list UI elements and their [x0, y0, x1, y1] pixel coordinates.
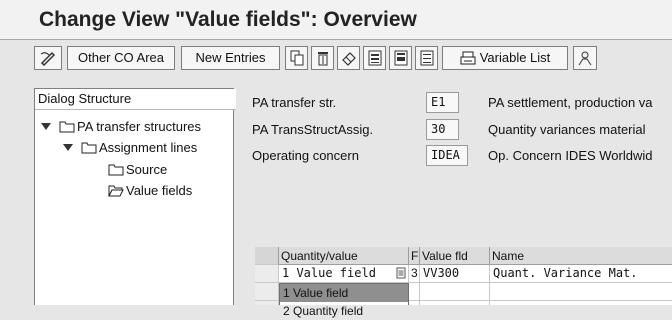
select-all-button[interactable] [363, 46, 386, 70]
column-header-value-fld[interactable]: Value fld [420, 247, 490, 265]
other-co-area-button[interactable]: Other CO Area [67, 46, 175, 70]
eraser-icon [338, 50, 359, 66]
f-cell[interactable]: 3 [409, 265, 420, 283]
row-selector[interactable] [255, 265, 279, 283]
undo-change-button[interactable] [337, 46, 360, 70]
empty-cell[interactable] [409, 283, 420, 301]
application-toolbar: Other CO Area New Entries Variable List [34, 44, 672, 72]
deselect-all-button[interactable] [415, 46, 438, 70]
pa-transfer-str-value: E1 [426, 92, 459, 113]
dialog-structure-tree: Dialog Structure PA transfer structures … [34, 88, 236, 305]
pa-transstructassig-label: PA TransStructAssig. [252, 122, 374, 137]
empty-cell[interactable] [420, 283, 490, 301]
dropdown-list-icon[interactable] [396, 267, 406, 279]
delete-button[interactable] [311, 46, 334, 70]
transport-button[interactable] [573, 46, 597, 70]
pa-transfer-str-label: PA transfer str. [252, 95, 337, 110]
quantity-value-options-list: 1 Value field 2 Quantity field [279, 283, 409, 318]
pencil-glasses-icon [35, 50, 61, 66]
folder-icon [81, 140, 97, 160]
pa-transfer-str-description: PA settlement, production va [488, 95, 653, 110]
tree-header: Dialog Structure [35, 89, 236, 110]
new-entries-button[interactable]: New Entries [181, 46, 280, 70]
tree-node-source[interactable]: Source [108, 160, 167, 180]
printer-icon [460, 51, 476, 65]
expand-triangle-icon[interactable] [41, 123, 51, 130]
select-all-rows-corner[interactable] [255, 247, 279, 265]
column-header-quantity-value[interactable]: Quantity/value [279, 247, 409, 265]
folder-icon [108, 162, 124, 182]
copy-as-button[interactable] [285, 46, 308, 70]
tree-node-label: Source [126, 162, 168, 177]
column-header-name[interactable]: Name [490, 247, 672, 265]
tree-node-label: Assignment lines [99, 140, 198, 155]
empty-cell[interactable] [420, 301, 490, 305]
operating-concern-description: Op. Concern IDES Worldwid [488, 148, 653, 163]
name-cell: Quant. Variance Mat. [490, 265, 672, 283]
dropdown-option[interactable]: 1 Value field [280, 284, 408, 302]
empty-cell[interactable] [409, 301, 420, 305]
display-change-button[interactable] [34, 46, 62, 70]
copy-icon [286, 50, 307, 66]
select-block-button[interactable] [389, 46, 412, 70]
folder-icon [59, 119, 75, 139]
value-fld-cell[interactable]: VV300 [420, 265, 490, 283]
column-header-f[interactable]: F [409, 247, 420, 265]
trash-icon [312, 50, 333, 66]
tree-node-assignment-lines[interactable]: Assignment lines [63, 138, 197, 158]
expand-triangle-icon[interactable] [63, 144, 73, 151]
open-folder-icon [108, 183, 124, 203]
quantity-value-dropdown[interactable]: 1 Value field [279, 265, 409, 283]
variable-list-button[interactable]: Variable List [442, 46, 568, 70]
row-selector[interactable] [255, 301, 279, 305]
row-selector[interactable] [255, 283, 279, 301]
value-fields-table: Quantity/value F Value fld Name 1 Value … [255, 247, 672, 318]
select-all-icon [364, 50, 385, 66]
person-icon [574, 50, 596, 66]
empty-cell [490, 301, 672, 305]
pa-transstructassig-value: 30 [426, 119, 459, 140]
empty-cell [490, 283, 672, 301]
pa-transstructassig-description: Quantity variances material [488, 122, 646, 137]
page-title: Change View "Value fields": Overview [0, 0, 672, 40]
variable-list-label: Variable List [479, 50, 551, 65]
tree-node-pa-transfer-structures[interactable]: PA transfer structures [41, 117, 201, 137]
deselect-all-icon [416, 50, 437, 66]
select-block-icon [390, 50, 411, 66]
tree-node-label: Value fields [126, 183, 193, 198]
tree-node-value-fields[interactable]: Value fields [108, 181, 192, 201]
operating-concern-label: Operating concern [252, 148, 359, 163]
operating-concern-value: IDEA [426, 145, 468, 166]
quantity-value-selected: 1 Value field [282, 266, 376, 280]
tree-node-label: PA transfer structures [77, 119, 202, 134]
